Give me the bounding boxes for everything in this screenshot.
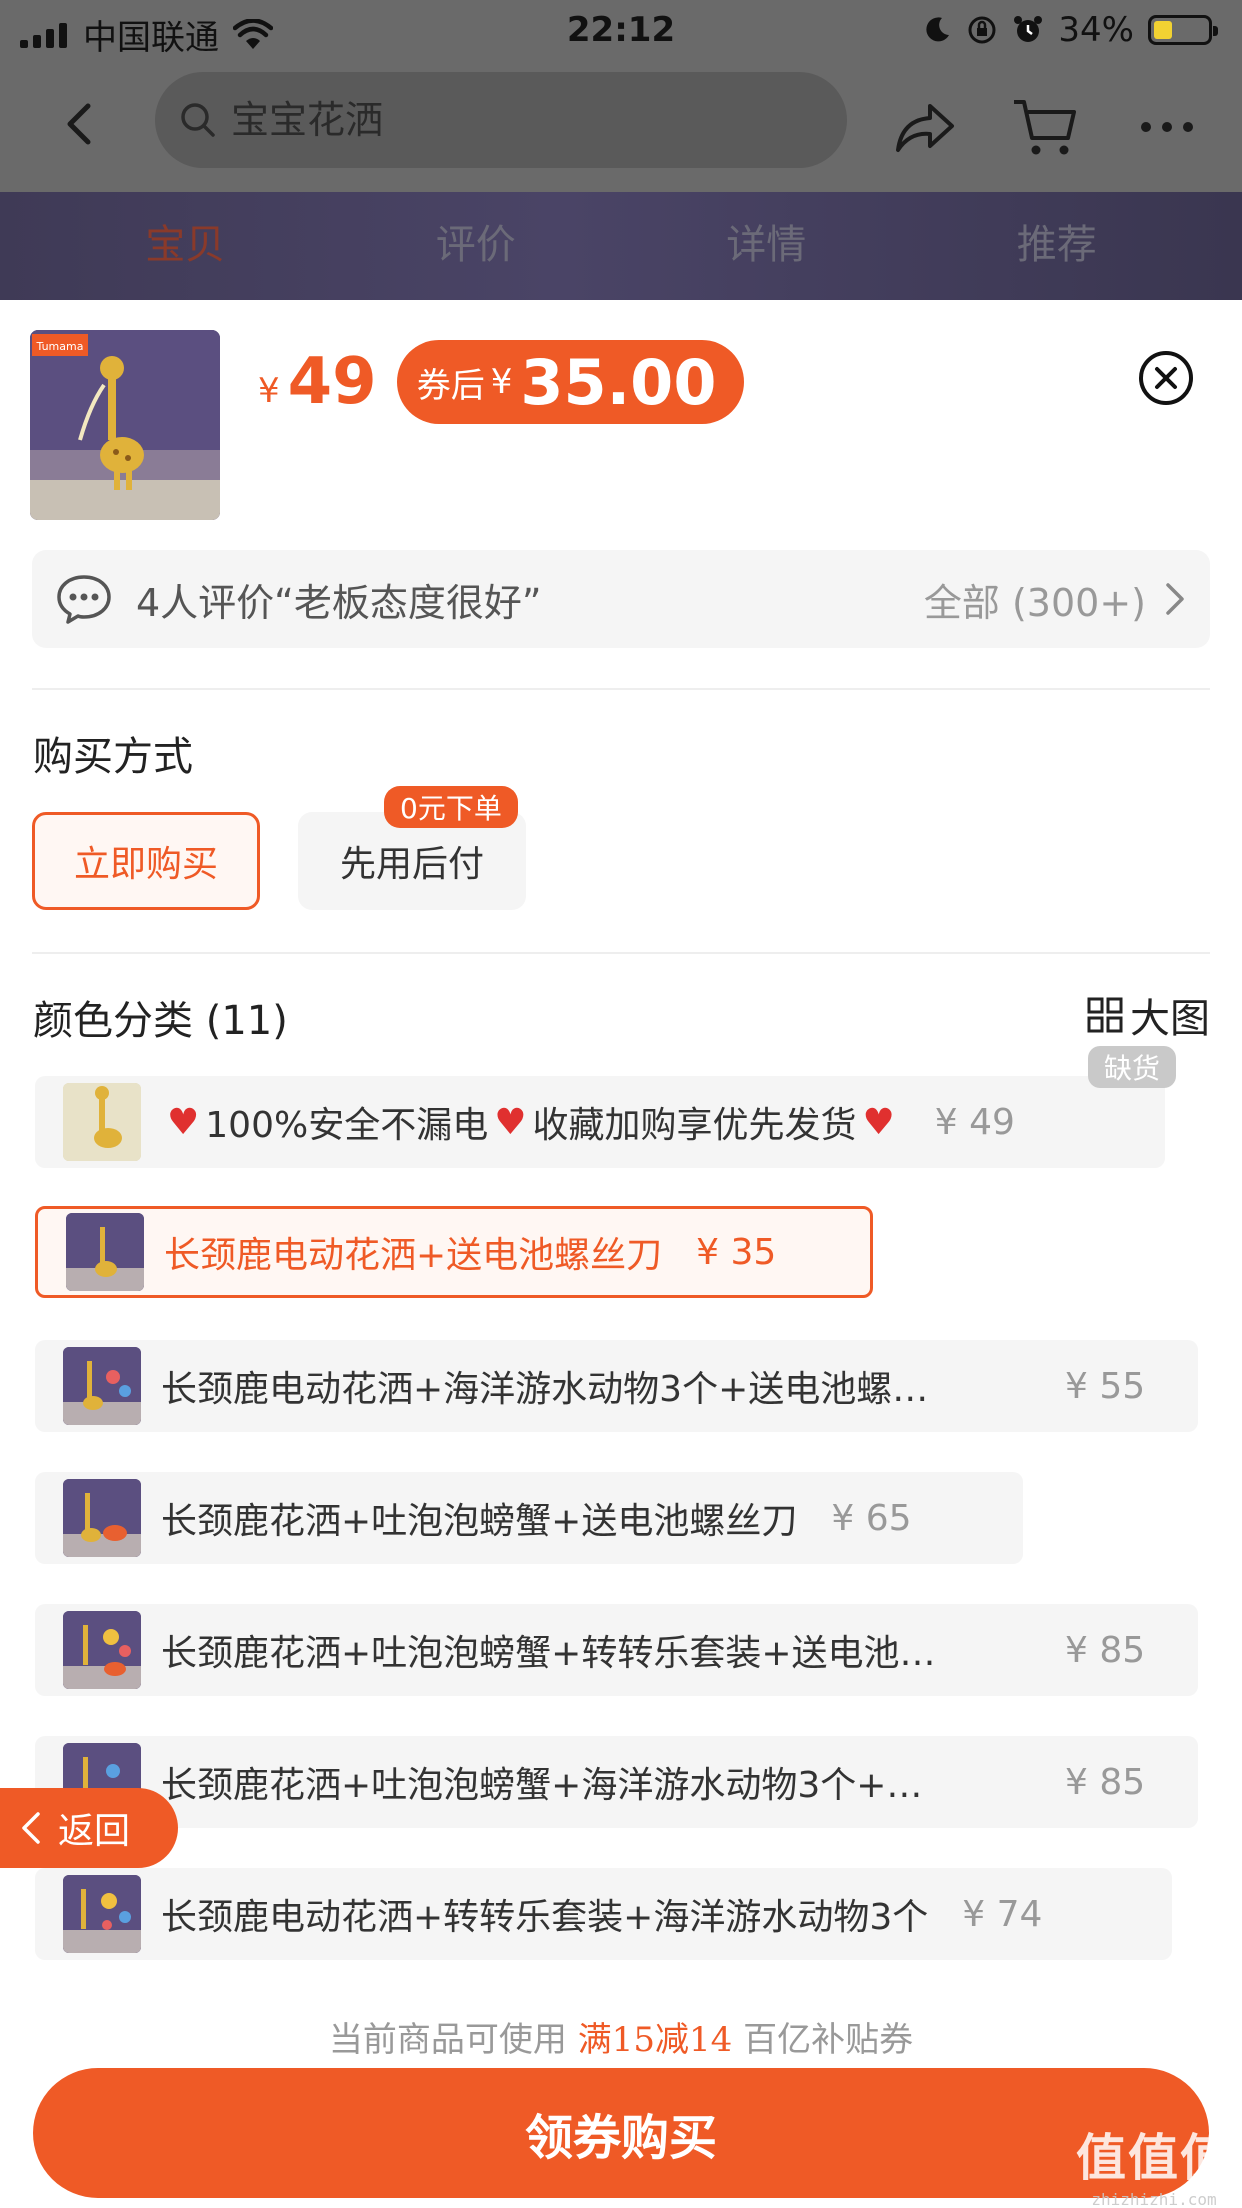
sku-price: ¥ 85 bbox=[1065, 1629, 1146, 1671]
price-currency: ¥ bbox=[258, 371, 280, 411]
big-image-label: 大图 bbox=[1130, 996, 1210, 1042]
page-backdrop[interactable]: 中国联通 22:12 34% 宝宝花洒 宝贝 评价 详情 推荐 bbox=[0, 0, 1242, 300]
svg-text:Tumama: Tumama bbox=[36, 340, 84, 353]
coupon-note: 当前商品可使用 满15减14 百亿补贴券 bbox=[0, 2012, 1242, 2061]
coupon-note-highlight[interactable]: 满15减14 bbox=[578, 2020, 733, 2060]
battery-icon bbox=[1148, 15, 1218, 45]
sku-name: 长颈鹿电动花洒+送电池螺丝刀 bbox=[164, 1235, 663, 1276]
big-image-toggle[interactable]: 大图 bbox=[1086, 986, 1210, 1044]
sku-option[interactable]: 长颈鹿电动花洒+送电池螺丝刀 ¥ 35 bbox=[35, 1206, 873, 1298]
claim-coupon-buy-button[interactable]: 领券购买 bbox=[33, 2068, 1209, 2198]
floating-back-button[interactable]: 返回 bbox=[0, 1788, 178, 1868]
sku-name: 长颈鹿电动花洒+海洋游水动物3个+送电池螺… bbox=[161, 1369, 929, 1410]
watermark-url: zhizhizhi.com bbox=[1091, 2190, 1217, 2208]
watermark-logo: 值值值 bbox=[1076, 2129, 1232, 2187]
buy-now-option[interactable]: 立即购买 bbox=[32, 812, 260, 910]
tab-product[interactable]: 宝贝 bbox=[85, 212, 285, 270]
product-tabs: 宝贝 评价 详情 推荐 bbox=[0, 192, 1242, 300]
back-arrow-icon[interactable] bbox=[58, 102, 102, 146]
sku-price: ¥ 74 bbox=[962, 1893, 1043, 1935]
sku-price: ¥ 35 bbox=[696, 1231, 777, 1273]
sku-price: ¥ 49 bbox=[934, 1101, 1015, 1143]
sku-option[interactable]: 长颈鹿花洒+吐泡泡螃蟹+海洋游水动物3个+… ¥ 85 bbox=[35, 1736, 1198, 1828]
coupon-label: 券后 bbox=[416, 365, 485, 406]
sku-option[interactable]: 长颈鹿花洒+吐泡泡螃蟹+转转乐套装+送电池… ¥ 85 bbox=[35, 1604, 1198, 1696]
coupon-price: 35.00 bbox=[520, 345, 717, 419]
cart-icon[interactable] bbox=[1010, 92, 1080, 162]
rotation-lock-icon bbox=[968, 16, 996, 44]
share-icon[interactable] bbox=[890, 92, 960, 162]
color-category-title: 颜色分类 (11) bbox=[33, 998, 288, 1044]
coupon-note-prefix: 当前商品可使用 bbox=[328, 2020, 567, 2060]
sku-thumbnail bbox=[63, 1611, 141, 1689]
coupon-note-suffix: 百亿补贴券 bbox=[743, 2020, 914, 2060]
sku-price: ¥ 85 bbox=[1065, 1761, 1146, 1803]
chat-bubble-icon bbox=[57, 575, 111, 624]
tab-recommend[interactable]: 推荐 bbox=[957, 212, 1157, 270]
purchase-method-title: 购买方式 bbox=[33, 734, 193, 780]
heart-icon: ♥ bbox=[494, 1101, 527, 1143]
divider bbox=[32, 952, 1210, 954]
sku-option[interactable]: 长颈鹿电动花洒+转转乐套装+海洋游水动物3个 ¥ 74 bbox=[35, 1868, 1172, 1960]
nav-bar bbox=[0, 62, 1242, 192]
grid-icon bbox=[1087, 997, 1123, 1033]
close-icon[interactable] bbox=[1138, 350, 1194, 406]
divider bbox=[32, 688, 1210, 690]
product-thumbnail[interactable]: Tumama bbox=[30, 330, 220, 520]
sku-name: 长颈鹿花洒+吐泡泡螃蟹+海洋游水动物3个+… bbox=[161, 1765, 923, 1806]
heart-icon: ♥ bbox=[167, 1101, 200, 1143]
sku-name: 长颈鹿电动花洒+转转乐套装+海洋游水动物3个 bbox=[161, 1897, 929, 1938]
sku-option[interactable]: 长颈鹿电动花洒+海洋游水动物3个+送电池螺… ¥ 55 bbox=[35, 1340, 1198, 1432]
more-icon[interactable] bbox=[1132, 92, 1202, 162]
chevron-right-icon bbox=[1166, 583, 1184, 615]
chevron-left-icon bbox=[22, 1812, 40, 1844]
coupon-price-badge: 券后 ¥ 35.00 bbox=[396, 340, 745, 424]
heart-icon: ♥ bbox=[862, 1101, 895, 1143]
tab-details[interactable]: 详情 bbox=[666, 212, 866, 270]
search-bar[interactable] bbox=[155, 72, 847, 168]
floating-back-label: 返回 bbox=[58, 1811, 131, 1852]
review-summary[interactable]: 4人评价“老板态度很好” 全部 (300+) bbox=[32, 550, 1210, 648]
zero-down-badge: 0元下单 bbox=[384, 786, 518, 828]
sku-thumbnail bbox=[63, 1347, 141, 1425]
soldout-tag: 缺货 bbox=[1088, 1046, 1177, 1088]
sku-thumbnail bbox=[63, 1083, 141, 1161]
watermark: 值值值 zhizhizhi.com bbox=[1076, 2118, 1232, 2208]
sku-sheet: Tumama ¥ 49 券后 ¥ 35.00 4人评价“老板态度很好” 全部 (… bbox=[0, 300, 1242, 2208]
moon-icon bbox=[926, 17, 950, 42]
sku-name: 长颈鹿花洒+吐泡泡螃蟹+送电池螺丝刀 bbox=[161, 1501, 798, 1542]
sku-option[interactable]: ♥ 100%安全不漏电 ♥ 收藏加购享优先发货 ♥ ¥ 49 bbox=[35, 1076, 1165, 1168]
tab-reviews[interactable]: 评价 bbox=[376, 212, 576, 270]
sku-thumbnail bbox=[63, 1875, 141, 1953]
sku-thumbnail bbox=[66, 1213, 144, 1291]
price-value: 49 bbox=[287, 345, 377, 419]
sku-name-part: 收藏加购享优先发货 bbox=[532, 1105, 857, 1146]
battery-percent: 34% bbox=[1058, 10, 1134, 50]
search-input[interactable] bbox=[231, 98, 791, 142]
review-all-link[interactable]: 全部 (300+) bbox=[924, 572, 1146, 627]
sku-thumbnail bbox=[63, 1479, 141, 1557]
coupon-currency: ¥ bbox=[490, 362, 513, 402]
review-text: 4人评价“老板态度很好” bbox=[136, 580, 542, 625]
sku-name-part: 100%安全不漏电 bbox=[205, 1105, 489, 1146]
alarm-icon bbox=[1014, 16, 1043, 42]
sku-name: 长颈鹿花洒+吐泡泡螃蟹+转转乐套装+送电池… bbox=[161, 1633, 936, 1674]
sku-price: ¥ 65 bbox=[831, 1497, 912, 1539]
sku-price: ¥ 55 bbox=[1065, 1365, 1146, 1407]
price-area: ¥ 49 券后 ¥ 35.00 bbox=[258, 340, 745, 424]
status-bar: 中国联通 22:12 34% bbox=[0, 0, 1242, 62]
search-icon bbox=[181, 103, 215, 137]
sku-option[interactable]: 长颈鹿花洒+吐泡泡螃蟹+送电池螺丝刀 ¥ 65 bbox=[35, 1472, 1023, 1564]
